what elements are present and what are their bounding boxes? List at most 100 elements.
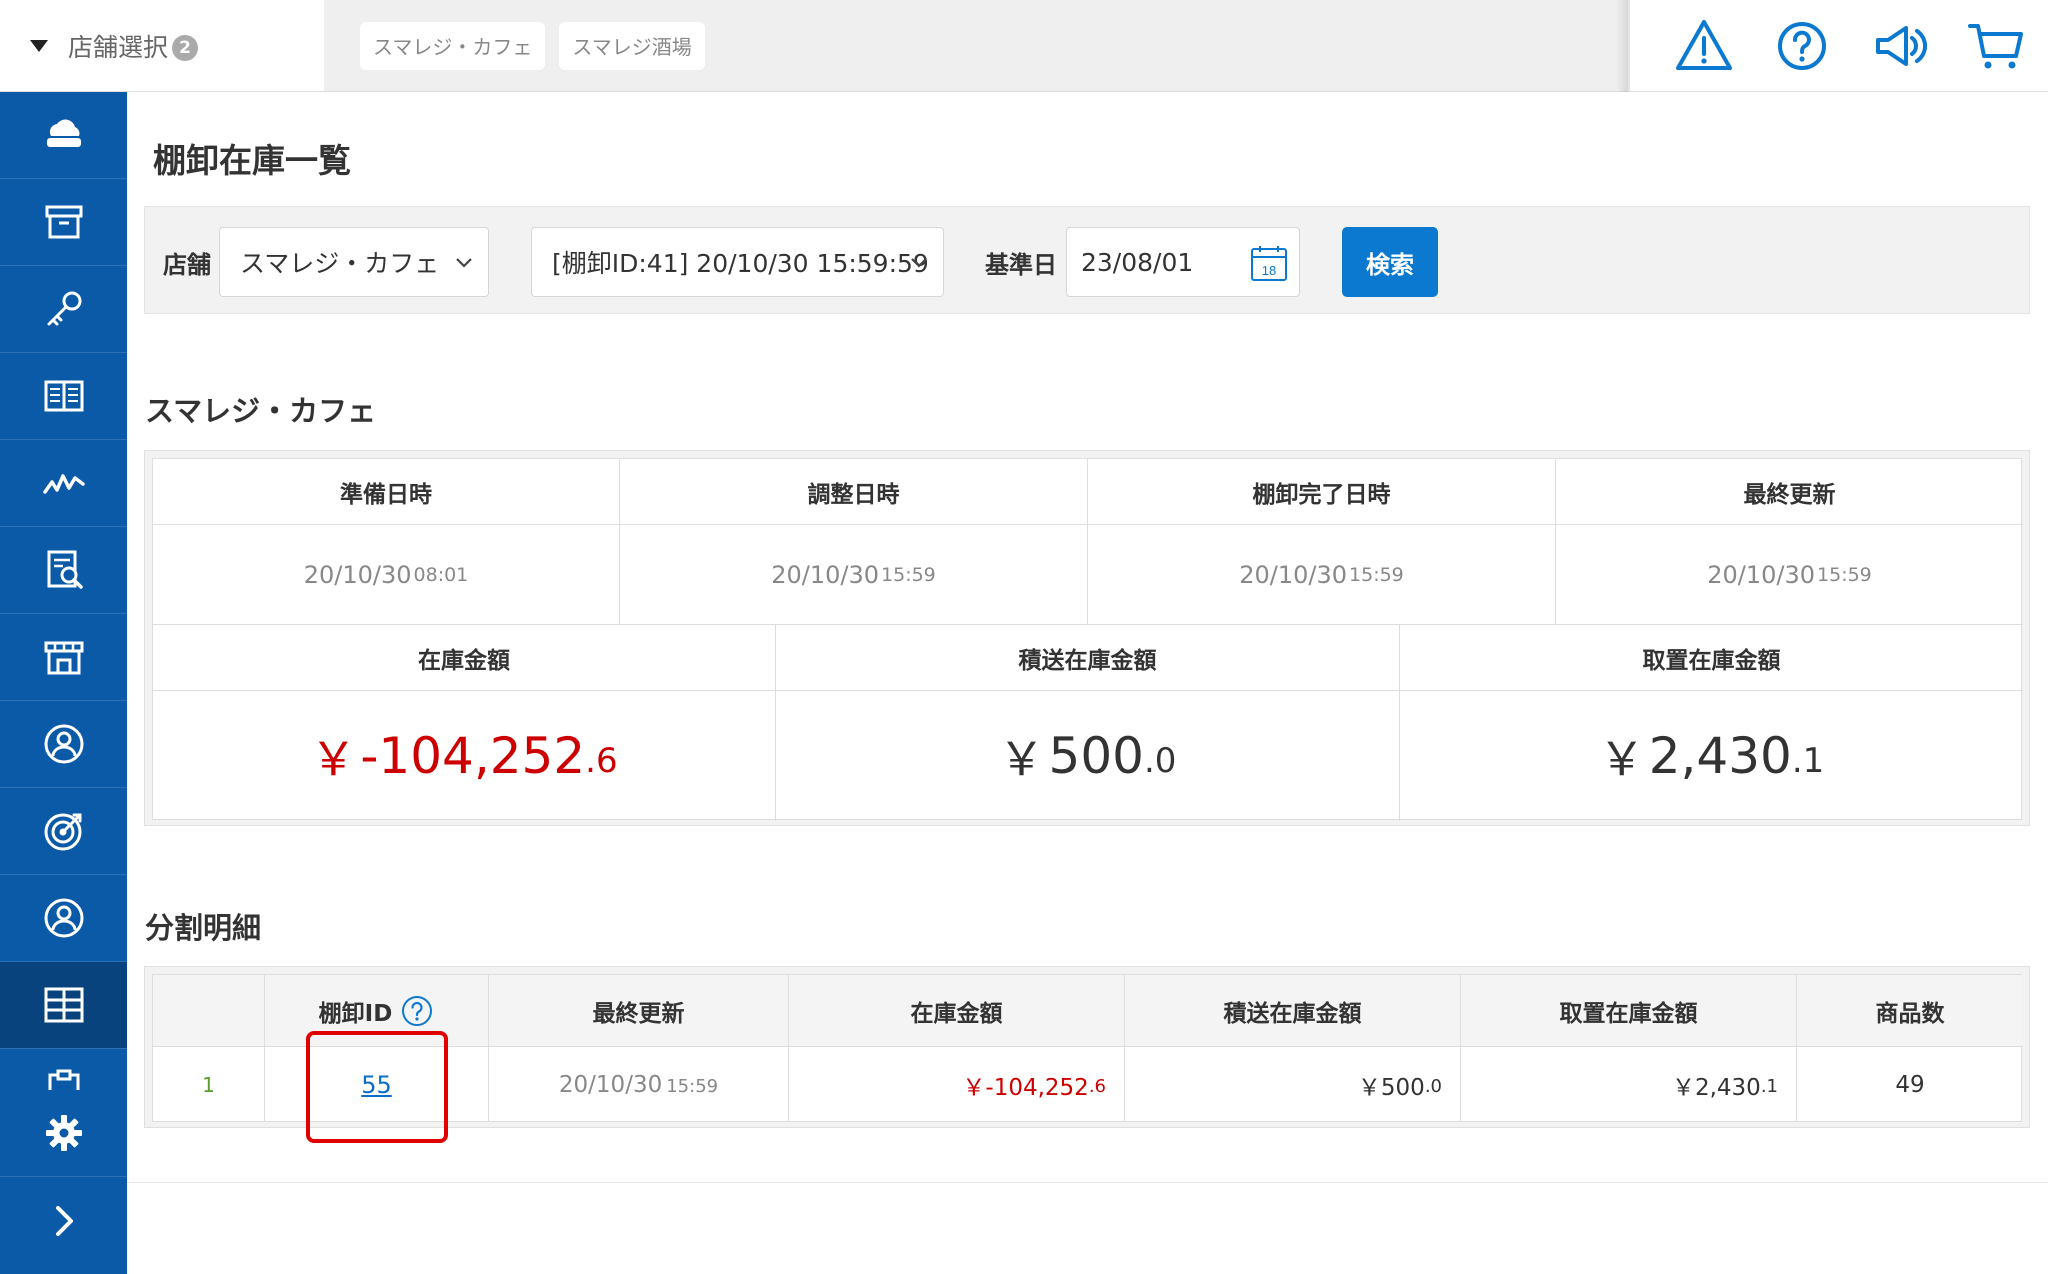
- store-tab-sakaba[interactable]: スマレジ酒場: [559, 21, 705, 70]
- row-stock-dec: .6: [1088, 1076, 1106, 1097]
- header-stock-amount: 在庫金額: [153, 625, 776, 691]
- nav-report[interactable]: [0, 527, 127, 614]
- chevron-down-icon: [456, 258, 472, 268]
- nav-customer[interactable]: [0, 701, 127, 788]
- reserved-int: 2,430: [1648, 727, 1792, 785]
- header-completed: 棚卸完了日時: [1088, 459, 1556, 525]
- store-tab-cafe[interactable]: スマレジ・カフェ: [360, 21, 546, 70]
- col-header-stock-amount: 在庫金額: [789, 975, 1125, 1047]
- inventory-id-cell: 55: [265, 1047, 489, 1122]
- header-last-updated: 最終更新: [1556, 459, 2023, 525]
- row-item-count: 49: [1895, 1071, 1925, 1098]
- line-chart-icon: [42, 474, 85, 494]
- store-filter-label: 店舗: [163, 251, 211, 279]
- adjusted-time: 15:59: [881, 563, 936, 586]
- search-button[interactable]: 検索: [1342, 227, 1438, 297]
- last-updated-time: 15:59: [1817, 563, 1872, 586]
- nav-apps-active[interactable]: [0, 962, 127, 1049]
- help-circle-icon[interactable]: [1772, 16, 1832, 76]
- archive-box-icon: [45, 205, 82, 239]
- warning-icon[interactable]: [1674, 16, 1734, 76]
- inventory-select-value: [棚卸ID:41] 20/10/30 15:59:59: [552, 249, 929, 278]
- store-section-title: スマレジ・カフェ: [145, 394, 377, 428]
- megaphone-icon[interactable]: [1870, 16, 1930, 76]
- header-reserved-amount: 取置在庫金額: [1400, 625, 2023, 691]
- help-icon[interactable]: [400, 994, 434, 1028]
- nav-book[interactable]: [0, 353, 127, 440]
- cart-icon[interactable]: [1966, 16, 2026, 76]
- row-transit-int: ￥500: [1357, 1074, 1425, 1101]
- row-stock-int: ￥-104,252: [962, 1074, 1089, 1101]
- base-date-input[interactable]: 23/08/01 18: [1066, 227, 1300, 297]
- stock-dec: .6: [585, 741, 618, 781]
- reserved-amount-value: ￥ 2,430.1: [1400, 691, 2023, 821]
- adjusted-date: 20/10/30: [771, 560, 880, 589]
- chevron-down-icon: [911, 258, 927, 268]
- row-reserved-amount: ￥2,430.1: [1461, 1047, 1797, 1122]
- user-circle-icon: [44, 898, 83, 938]
- reserved-dec: .1: [1791, 741, 1825, 781]
- last-updated-datetime: 20/10/30 15:59: [1556, 525, 2023, 625]
- store-select-dropdown[interactable]: 店舗選択 2: [0, 0, 324, 92]
- prepared-date: 20/10/30: [303, 560, 412, 589]
- inventory-id-link[interactable]: 55: [361, 1071, 392, 1099]
- col-header-last-updated: 最終更新: [489, 975, 789, 1047]
- col-header-inventory-id-label: 棚卸ID: [318, 1000, 393, 1027]
- gear-icon: [45, 1115, 82, 1151]
- caret-down-icon: [30, 39, 48, 52]
- divider-shadow: [1616, 0, 1630, 92]
- nav-settings[interactable]: [0, 1090, 127, 1177]
- base-date-value: 23/08/01: [1081, 247, 1194, 277]
- header-transit-amount: 積送在庫金額: [776, 625, 1400, 691]
- calendar-icon[interactable]: 18: [1249, 243, 1289, 283]
- transit-dec: .0: [1143, 741, 1177, 781]
- header-adjusted: 調整日時: [620, 459, 1088, 525]
- transit-int: 500: [1048, 727, 1144, 785]
- inventory-select[interactable]: [棚卸ID:41] 20/10/30 15:59:59: [531, 227, 944, 297]
- page-title: 棚卸在庫一覧: [153, 141, 351, 180]
- col-header-index: [153, 975, 265, 1047]
- adjusted-datetime: 20/10/30 15:59: [620, 525, 1088, 625]
- row-updated-date: 20/10/30: [558, 1071, 663, 1098]
- calendar-day: 18: [1262, 263, 1276, 278]
- key-icon: [47, 291, 81, 326]
- nav-staff[interactable]: [0, 875, 127, 962]
- summary-table: 準備日時 調整日時 棚卸完了日時 最終更新 20/10/30 08:01 20/1…: [152, 458, 2023, 821]
- base-date-label: 基準日: [985, 251, 1057, 279]
- stock-int: -104,252: [360, 727, 586, 785]
- nav-expand[interactable]: [0, 1177, 127, 1264]
- footer-divider: [127, 1182, 2048, 1183]
- nav-cloud[interactable]: [0, 92, 127, 179]
- sidebar-footer: [0, 1090, 127, 1274]
- nav-analytics[interactable]: [0, 440, 127, 527]
- breakdown-table: 棚卸ID 最終更新 在庫金額 積送在庫金額 取置在庫金額 商品数 1 55 20…: [152, 974, 2023, 1122]
- prepared-datetime: 20/10/30 08:01: [153, 525, 620, 625]
- store-select[interactable]: スマレジ・カフェ: [219, 227, 489, 297]
- row-reserved-int: ￥2,430: [1671, 1074, 1761, 1101]
- last-updated-date: 20/10/30: [1707, 560, 1816, 589]
- nav-target[interactable]: [0, 788, 127, 875]
- row-updated-time: 15:59: [666, 1076, 719, 1097]
- row-transit-amount: ￥500.0: [1125, 1047, 1461, 1122]
- store-count-badge: 2: [172, 34, 199, 61]
- breakdown-section-title: 分割明細: [145, 911, 262, 945]
- grid-apps-icon: [44, 987, 83, 1023]
- row-transit-dec: .0: [1424, 1076, 1442, 1097]
- target-icon: [44, 813, 81, 851]
- customer-circle-icon: [44, 724, 83, 764]
- prepared-time: 08:01: [413, 563, 469, 586]
- header-prepared: 準備日時: [153, 459, 620, 525]
- report-search-icon: [47, 550, 83, 589]
- col-header-reserved-amount: 取置在庫金額: [1461, 975, 1797, 1047]
- row-stock-amount: ￥-104,252.6: [789, 1047, 1125, 1122]
- nav-store[interactable]: [0, 614, 127, 701]
- store-select-value: スマレジ・カフェ: [240, 249, 440, 278]
- summary-panel: 準備日時 調整日時 棚卸完了日時 最終更新 20/10/30 08:01 20/1…: [144, 450, 2030, 826]
- transit-yen: ￥: [998, 732, 1045, 786]
- nav-key[interactable]: [0, 266, 127, 353]
- col-header-transit-amount: 積送在庫金額: [1125, 975, 1461, 1047]
- row-last-updated: 20/10/30 15:59: [489, 1047, 789, 1122]
- nav-inventory-box[interactable]: [0, 179, 127, 266]
- col-header-inventory-id: 棚卸ID: [265, 975, 489, 1047]
- stock-yen: ￥: [310, 732, 357, 786]
